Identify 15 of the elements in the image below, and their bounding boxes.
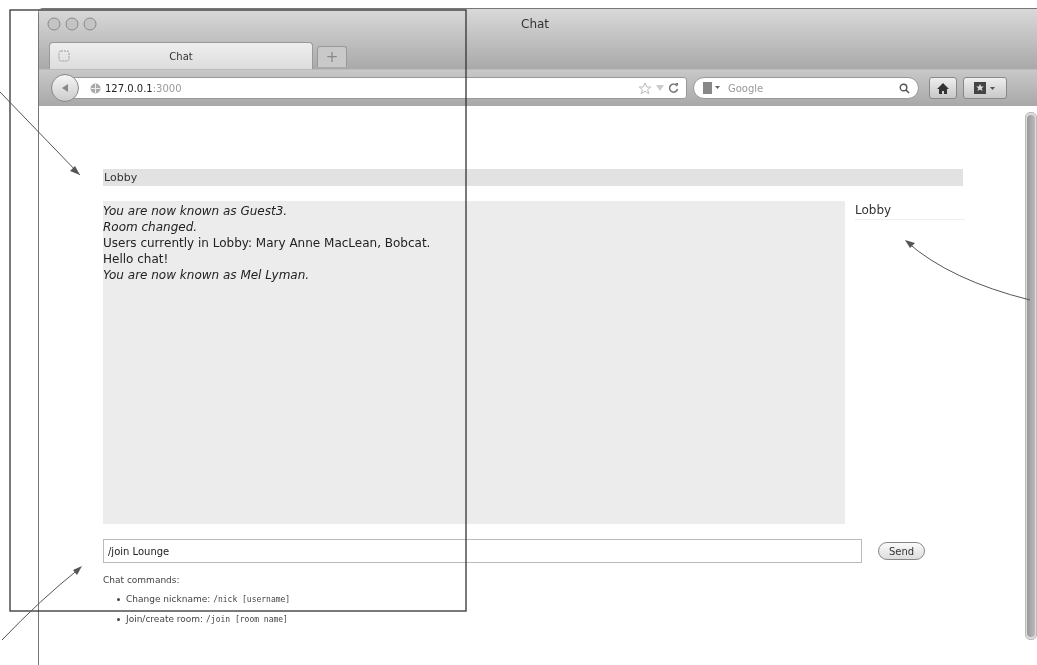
room-title: Lobby: [103, 169, 963, 186]
chat-message: You are now known as Mel Lyman.: [103, 267, 311, 283]
send-button[interactable]: Send: [878, 542, 926, 560]
chat-message: Hello chat!: [103, 251, 170, 267]
chat-message: Users currently in Lobby: Mary Anne MacLean, Bobcat.: [103, 235, 432, 251]
room-list-item[interactable]: Lobby: [855, 201, 965, 220]
chat-message: You are now known as Guest3.: [103, 203, 289, 219]
message-input[interactable]: /join Lounge: [103, 539, 862, 563]
command-item: Join/create room: /join [room name]: [126, 614, 288, 624]
browser-tab[interactable]: Chat: [49, 42, 313, 69]
chat-message: Room changed.: [103, 219, 199, 235]
window-title: Chat: [521, 17, 550, 31]
help-heading: Chat commands:: [103, 575, 181, 585]
command-item: Change nickname: /nick [username]: [126, 594, 291, 604]
search-bar[interactable]: Google: [693, 77, 919, 99]
